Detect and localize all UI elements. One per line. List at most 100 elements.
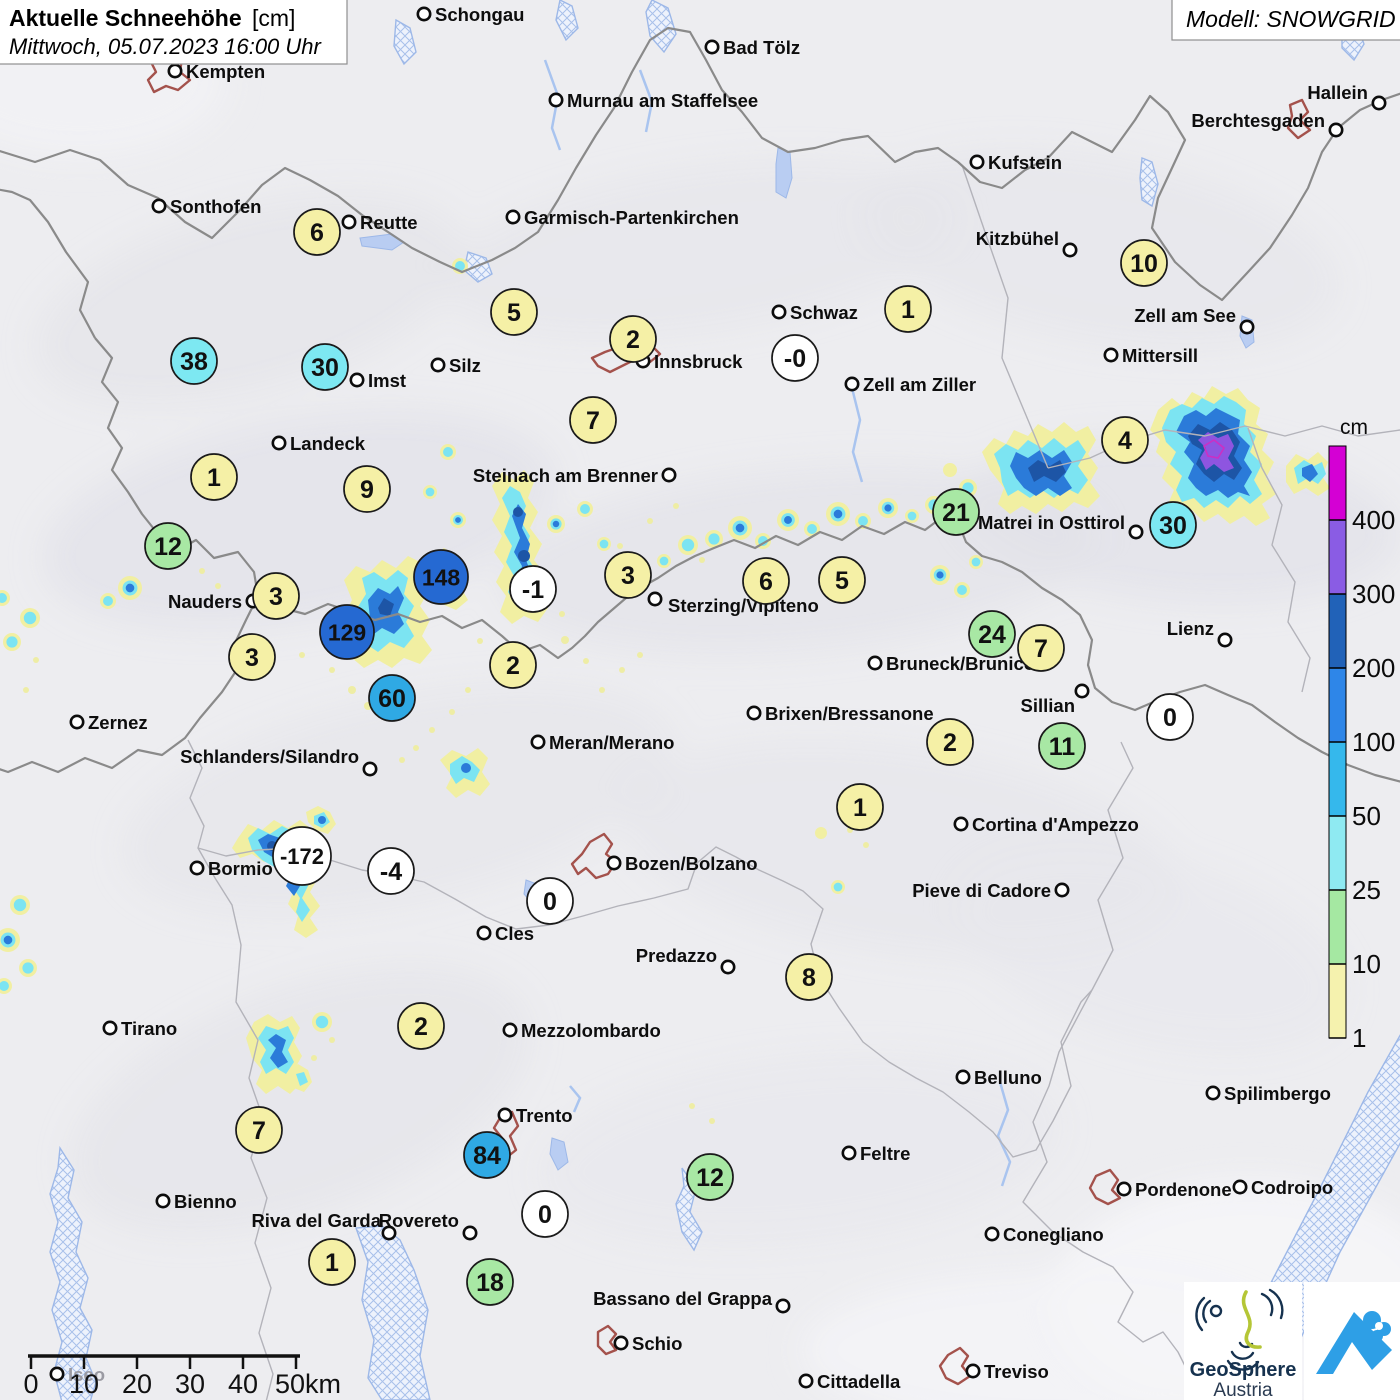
snow-speckle (863, 842, 869, 848)
station-value: 0 (538, 1201, 552, 1229)
station-value-60-392-698: 60 (368, 674, 416, 722)
snow-speckle (617, 543, 623, 549)
city-label: Schio (632, 1333, 682, 1354)
station-value: 11 (1049, 733, 1076, 761)
station-value: 84 (473, 1142, 501, 1170)
city-garmisch-partenkirchen: Garmisch-Partenkirchen (505, 207, 739, 228)
station-value: 38 (180, 348, 208, 376)
station-value-1-860-807: 1 (836, 783, 884, 831)
snow-depth-map: KemptenSchongauBad TölzMurnau am Staffel… (0, 0, 1400, 1400)
city-bruneck-brunico: Bruneck/Brunico (867, 653, 1035, 674)
station-value-1-908-309: 1 (884, 285, 932, 333)
snow-patch (815, 827, 827, 839)
station-value-7-259-1130: 7 (235, 1106, 283, 1154)
snow-map-page: Kempten Schongau Bad Tölz Murnau am Staffel… (0, 0, 1400, 1400)
city-marker (1074, 683, 1090, 699)
station-value-11-1062-746: 11 (1038, 722, 1086, 770)
station-value-3-252-657: 3 (228, 633, 276, 681)
city-marker (502, 1022, 518, 1038)
station-value: 1 (853, 794, 867, 822)
legend-tick-label: 10 (1352, 949, 1381, 979)
city-marker (955, 1069, 971, 1085)
station-value-1-214-477: 1 (190, 453, 238, 501)
geosphere-logo-country: Austria (1213, 1380, 1273, 1400)
station-value-10-1144-263: 10 (1120, 239, 1168, 287)
snow-speckle (33, 657, 39, 663)
snow-speckle (599, 687, 605, 693)
legend-color-segment (1328, 445, 1347, 521)
station-value: 21 (942, 499, 970, 527)
station-value--4-391-871: -4 (367, 847, 415, 895)
station-value-7-593-420: 7 (569, 396, 617, 444)
city-marker (798, 1373, 814, 1389)
city-marker (720, 959, 736, 975)
snow-patch (858, 516, 868, 526)
station-value-148-441-577: 148 (413, 549, 469, 605)
city-marker (151, 198, 167, 214)
city-label: Tirano (121, 1018, 177, 1039)
snow-speckle (583, 658, 589, 664)
city-marker (704, 39, 720, 55)
city-label: Rovereto (379, 1210, 459, 1231)
snow-patch (957, 585, 967, 595)
snow-patch (552, 520, 560, 528)
city-marker (1232, 1179, 1248, 1195)
snow-patch (943, 463, 957, 477)
snow-patch (103, 596, 113, 606)
snow-patch (580, 504, 590, 514)
station-value-18-490-1282: 18 (466, 1258, 514, 1306)
station-value-3-628-575: 3 (604, 551, 652, 599)
snow-patch (735, 523, 745, 533)
city-marker (775, 1298, 791, 1314)
city-marker (416, 6, 432, 22)
station-value: -1 (522, 576, 544, 604)
city-label: Conegliano (1003, 1224, 1104, 1245)
snow-speckle (559, 611, 565, 617)
snow-patch (784, 516, 792, 524)
station-value-2-513-665: 2 (489, 641, 537, 689)
station-value: 1 (325, 1249, 339, 1277)
station-value-4-1125-440: 4 (1101, 416, 1149, 464)
city-marker (167, 63, 183, 79)
city-marker (984, 1226, 1000, 1242)
station-value: 2 (506, 652, 520, 680)
city-zell-am-ziller: Zell am Ziller (844, 374, 976, 395)
station-value: 60 (378, 685, 406, 713)
station-value-6-766-581: 6 (742, 557, 790, 605)
station-value: 3 (269, 583, 283, 611)
city-label: Bassano del Grappa (593, 1288, 773, 1309)
city-brixen-bressanone: Brixen/Bressanone (746, 703, 934, 724)
station-value: 3 (621, 562, 635, 590)
city-label: Brixen/Bressanone (765, 703, 934, 724)
city-marker (362, 761, 378, 777)
station-value-8-809-977: 8 (785, 953, 833, 1001)
city-pieve-di-cadore: Pieve di Cadore (912, 880, 1070, 901)
city-marker (548, 92, 564, 108)
city-marker (430, 357, 446, 373)
city-label: Landeck (290, 433, 366, 454)
station-value: 1 (901, 296, 915, 324)
city-marker (867, 655, 883, 671)
snow-speckle (619, 667, 625, 673)
station-value-21-956-512: 21 (932, 488, 980, 536)
city-marker (102, 1020, 118, 1036)
legend-color-segment (1328, 593, 1347, 669)
snow-speckle (399, 757, 405, 763)
legend-tick-label: 100 (1352, 727, 1395, 757)
city-label: Bad Tölz (723, 37, 800, 58)
city-label: Cles (495, 923, 534, 944)
city-marker (1128, 524, 1144, 540)
legend-color-segment (1328, 741, 1347, 817)
snow-speckle (429, 727, 435, 733)
station-value-5-514-312: 5 (490, 288, 538, 336)
station-value-7-1041-648: 7 (1017, 624, 1065, 672)
city-label: Zell am Ziller (863, 374, 976, 395)
legend-tick-label: 200 (1352, 653, 1395, 683)
snow-speckle (413, 745, 419, 751)
legend-unit-label: cm (1340, 416, 1368, 439)
snow-patch (659, 556, 669, 566)
city-marker (969, 154, 985, 170)
legend-tick-label: 1 (1352, 1023, 1366, 1053)
model-label: Modell: SNOWGRID (1186, 6, 1396, 32)
city-marker (1103, 347, 1119, 363)
